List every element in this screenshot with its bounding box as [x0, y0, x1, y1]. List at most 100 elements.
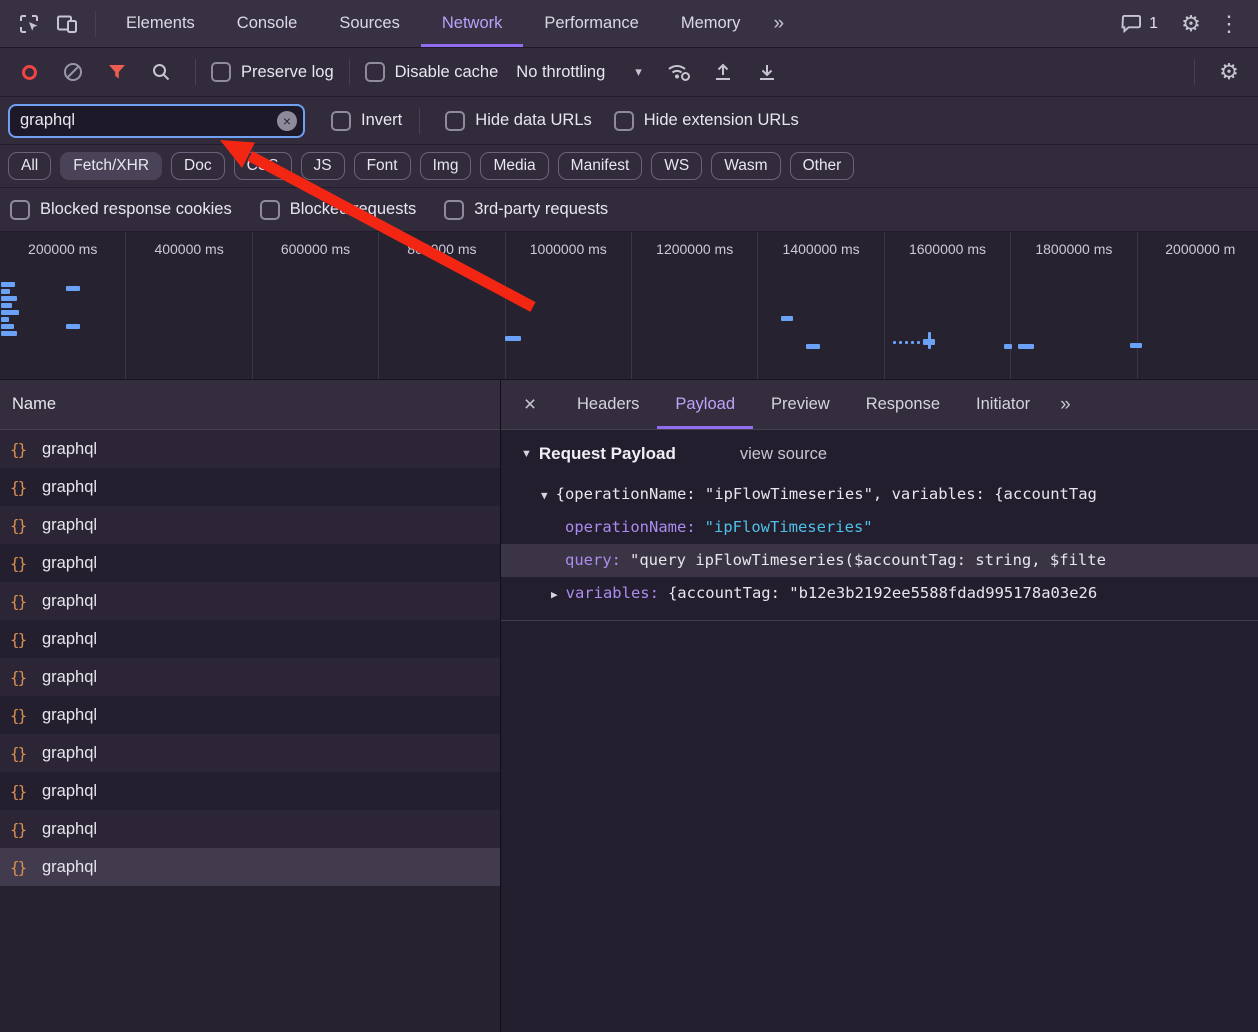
waterfall-bar: [905, 341, 908, 344]
payload-root-row[interactable]: ▼{operationName: "ipFlowTimeseries", var…: [501, 478, 1258, 511]
detail-tab-headers[interactable]: Headers: [559, 380, 657, 429]
timeline-column: 800000 ms: [379, 232, 505, 379]
network-conditions-icon[interactable]: [660, 54, 698, 90]
request-row[interactable]: {}graphql: [0, 810, 500, 848]
timeline-label: 800000 ms: [407, 241, 476, 257]
kebab-menu-icon[interactable]: ⋮: [1210, 6, 1248, 42]
chip-wasm[interactable]: Wasm: [711, 152, 780, 180]
timeline-label: 1200000 ms: [656, 241, 733, 257]
view-source-link[interactable]: view source: [740, 445, 827, 464]
payload-operationname-row[interactable]: operationName: "ipFlowTimeseries": [501, 511, 1258, 544]
disable-cache-checkbox[interactable]: Disable cache: [365, 62, 499, 82]
devtools-window: ElementsConsoleSourcesNetworkPerformance…: [0, 0, 1258, 1032]
chip-js[interactable]: JS: [301, 152, 345, 180]
detail-tab-initiator[interactable]: Initiator: [958, 380, 1048, 429]
json-string-value: "ipFlowTimeseries": [705, 518, 873, 536]
timeline-overview[interactable]: 200000 ms400000 ms600000 ms800000 ms1000…: [0, 232, 1258, 380]
checkbox-label: Blocked response cookies: [40, 200, 232, 219]
tab-console[interactable]: Console: [216, 0, 319, 47]
tab-performance[interactable]: Performance: [523, 0, 659, 47]
chip-manifest[interactable]: Manifest: [558, 152, 643, 180]
tab-elements[interactable]: Elements: [105, 0, 216, 47]
checkbox-blocked-response-cookies[interactable]: Blocked response cookies: [10, 200, 232, 220]
checkbox-blocked-requests[interactable]: Blocked requests: [260, 200, 417, 220]
import-har-icon[interactable]: [704, 54, 742, 90]
request-name: graphql: [42, 782, 97, 801]
tab-network[interactable]: Network: [421, 0, 524, 47]
request-row[interactable]: {}graphql: [0, 582, 500, 620]
request-row[interactable]: {}graphql: [0, 620, 500, 658]
inspect-element-icon[interactable]: [10, 6, 48, 42]
checkbox-box-icon: [260, 200, 280, 220]
request-row[interactable]: {}graphql: [0, 696, 500, 734]
timeline-column: 600000 ms: [253, 232, 379, 379]
request-row[interactable]: {}graphql: [0, 468, 500, 506]
timeline-column: 200000 ms: [0, 232, 126, 379]
clear-filter-icon[interactable]: ×: [277, 111, 297, 131]
chip-all[interactable]: All: [8, 152, 51, 180]
waterfall-bar: [505, 336, 521, 341]
chip-doc[interactable]: Doc: [171, 152, 225, 180]
waterfall-bar: [781, 316, 793, 321]
devtools-tabbar: ElementsConsoleSourcesNetworkPerformance…: [0, 0, 1258, 48]
request-name: graphql: [42, 516, 97, 535]
chip-fetch-xhr[interactable]: Fetch/XHR: [60, 152, 162, 180]
hide-data-urls-checkbox[interactable]: Hide data URLs: [445, 111, 591, 131]
collapse-caret-icon[interactable]: ▼: [521, 448, 532, 460]
detail-tab-payload[interactable]: Payload: [657, 380, 753, 429]
network-settings-gear-icon[interactable]: ⚙: [1210, 54, 1248, 90]
waterfall-bar: [1, 282, 15, 287]
filter-icon[interactable]: [98, 54, 136, 90]
timeline-label: 1400000 ms: [783, 241, 860, 257]
settings-gear-icon[interactable]: ⚙: [1172, 6, 1210, 42]
timeline-label: 2000000 m: [1165, 241, 1235, 257]
expand-caret-icon[interactable]: ▶: [551, 588, 558, 601]
hide-extension-urls-checkbox[interactable]: Hide extension URLs: [614, 111, 799, 131]
more-tabs-icon[interactable]: »: [761, 13, 796, 35]
json-key: operationName:: [565, 518, 696, 536]
payload-query-row[interactable]: query:"query ipFlowTimeseries($accountTa…: [501, 544, 1258, 577]
request-row[interactable]: {}graphql: [0, 772, 500, 810]
request-row[interactable]: {} graphql: [0, 506, 500, 544]
chip-media[interactable]: Media: [480, 152, 548, 180]
detail-tab-response[interactable]: Response: [848, 380, 958, 429]
invert-checkbox[interactable]: Invert: [331, 111, 402, 131]
checkbox-label: Disable cache: [395, 63, 499, 82]
console-messages-badge[interactable]: 1: [1121, 14, 1158, 33]
close-panel-icon[interactable]: ×: [501, 393, 559, 417]
json-braces-icon: {}: [10, 516, 32, 535]
detail-more-tabs-icon[interactable]: »: [1048, 394, 1083, 416]
payload-variables-row[interactable]: ▶variables:{accountTag: "b12e3b2192ee558…: [501, 577, 1258, 610]
detail-tab-preview[interactable]: Preview: [753, 380, 848, 429]
tab-memory[interactable]: Memory: [660, 0, 762, 47]
device-toolbar-icon[interactable]: [48, 6, 86, 42]
name-column-header[interactable]: Name: [0, 380, 500, 430]
request-row[interactable]: {}graphql: [0, 848, 500, 886]
record-button[interactable]: [10, 54, 48, 90]
chip-other[interactable]: Other: [790, 152, 855, 180]
expand-caret-icon[interactable]: ▼: [541, 489, 548, 502]
request-row[interactable]: {}graphql: [0, 734, 500, 772]
json-braces-icon: {}: [10, 744, 32, 763]
chip-font[interactable]: Font: [354, 152, 411, 180]
chip-ws[interactable]: WS: [651, 152, 702, 180]
export-har-icon[interactable]: [748, 54, 786, 90]
throttling-dropdown[interactable]: No throttling ▾: [516, 63, 642, 82]
clear-network-log-icon[interactable]: [54, 54, 92, 90]
request-row[interactable]: {}graphql: [0, 544, 500, 582]
request-row[interactable]: {}graphql: [0, 658, 500, 696]
request-row[interactable]: {}graphql: [0, 430, 500, 468]
filter-input[interactable]: [8, 104, 305, 138]
request-payload-title: Request Payload: [539, 444, 676, 464]
tab-sources[interactable]: Sources: [318, 0, 421, 47]
waterfall-bar: [1, 310, 19, 315]
search-icon[interactable]: [142, 54, 180, 90]
checkbox-label: Hide data URLs: [475, 111, 591, 130]
chip-css[interactable]: CSS: [234, 152, 292, 180]
checkbox-3rd-party-requests[interactable]: 3rd-party requests: [444, 200, 608, 220]
throttling-value: No throttling: [516, 63, 605, 82]
timeline-label: 600000 ms: [281, 241, 350, 257]
timeline-label: 400000 ms: [154, 241, 223, 257]
chip-img[interactable]: Img: [420, 152, 472, 180]
preserve-log-checkbox[interactable]: Preserve log: [211, 62, 334, 82]
